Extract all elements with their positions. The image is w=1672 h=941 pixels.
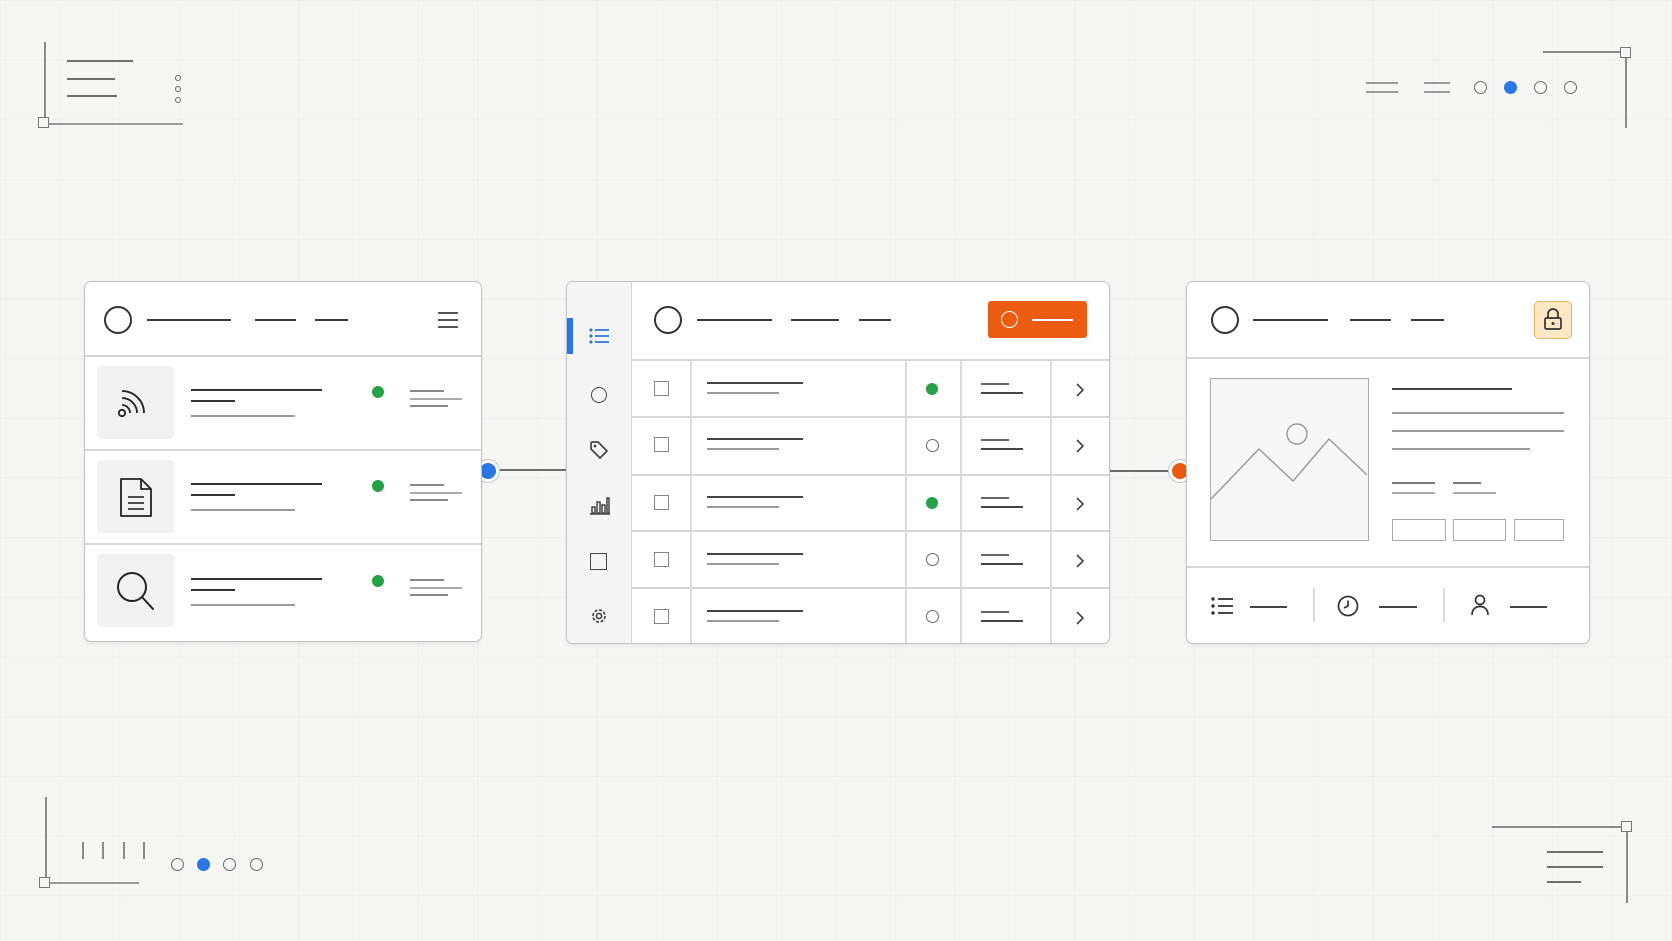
pager-dot[interactable] bbox=[171, 858, 184, 871]
feed-list-panel bbox=[84, 281, 482, 642]
lock-badge[interactable] bbox=[1534, 301, 1572, 339]
sidebar-active-indicator bbox=[567, 318, 573, 354]
status-dot-green bbox=[926, 383, 938, 395]
chevron-right-icon[interactable] bbox=[1075, 496, 1085, 512]
row-checkbox[interactable] bbox=[654, 609, 669, 624]
row-checkbox[interactable] bbox=[654, 381, 669, 396]
list-item-thumbnail bbox=[97, 460, 174, 533]
table-panel bbox=[566, 281, 1110, 644]
circle-icon[interactable] bbox=[654, 306, 682, 334]
rss-feed-icon bbox=[117, 390, 145, 418]
image-placeholder-icon bbox=[1211, 423, 1367, 500]
status-ring-empty bbox=[926, 610, 939, 623]
row-checkbox[interactable] bbox=[654, 495, 669, 510]
status-dot-green bbox=[926, 497, 938, 509]
circle-icon[interactable] bbox=[591, 387, 607, 403]
primary-action-button[interactable] bbox=[988, 301, 1087, 338]
pager-dot[interactable] bbox=[1474, 81, 1487, 94]
chevron-right-icon[interactable] bbox=[1075, 553, 1085, 569]
bar-chart-icon[interactable] bbox=[589, 495, 611, 515]
list-item-thumbnail bbox=[97, 366, 174, 439]
list-icon bbox=[1211, 597, 1233, 615]
gear-icon[interactable] bbox=[589, 606, 609, 626]
connector-node-blue bbox=[480, 463, 496, 479]
user-icon bbox=[1471, 594, 1489, 616]
detail-button[interactable] bbox=[1453, 519, 1506, 541]
chevron-right-icon[interactable] bbox=[1075, 610, 1085, 626]
pager-dot[interactable] bbox=[250, 858, 263, 871]
list-icon[interactable] bbox=[588, 326, 610, 346]
sidebar bbox=[567, 282, 632, 643]
clock-icon bbox=[1337, 595, 1359, 617]
status-dot-green bbox=[372, 386, 384, 398]
status-dot-green bbox=[372, 480, 384, 492]
row-checkbox[interactable] bbox=[654, 552, 669, 567]
circle-icon bbox=[1001, 311, 1018, 328]
pager-dot-active[interactable] bbox=[1504, 81, 1517, 94]
square-icon[interactable] bbox=[590, 553, 607, 570]
search-icon bbox=[117, 572, 154, 610]
detail-panel bbox=[1186, 281, 1590, 644]
pager-dot-active[interactable] bbox=[197, 858, 210, 871]
lock-icon bbox=[1544, 308, 1562, 330]
status-ring-empty bbox=[926, 553, 939, 566]
tag-icon[interactable] bbox=[589, 440, 609, 460]
pager-dot[interactable] bbox=[223, 858, 236, 871]
pager-dot[interactable] bbox=[1534, 81, 1547, 94]
row-checkbox[interactable] bbox=[654, 437, 669, 452]
document-icon bbox=[120, 478, 152, 517]
chevron-right-icon[interactable] bbox=[1075, 438, 1085, 454]
circle-icon[interactable] bbox=[1211, 306, 1239, 334]
status-ring-empty bbox=[926, 439, 939, 452]
status-dot-green bbox=[372, 575, 384, 587]
circle-icon[interactable] bbox=[104, 306, 132, 334]
media-placeholder bbox=[1210, 378, 1369, 541]
pager-dot[interactable] bbox=[1564, 81, 1577, 94]
detail-button[interactable] bbox=[1392, 519, 1446, 541]
chevron-right-icon[interactable] bbox=[1075, 382, 1085, 398]
detail-button[interactable] bbox=[1514, 519, 1564, 541]
list-item-thumbnail bbox=[97, 554, 174, 627]
